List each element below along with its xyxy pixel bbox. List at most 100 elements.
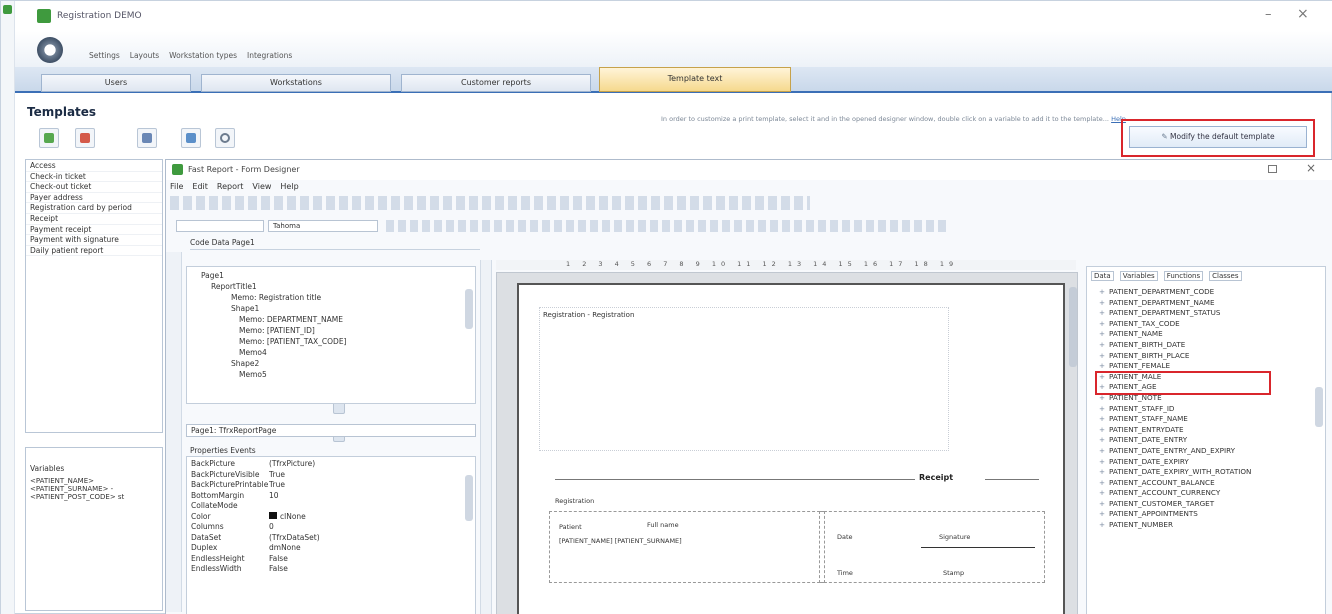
settings-gear-icon[interactable] <box>37 37 63 63</box>
copy-template-button[interactable] <box>137 128 157 148</box>
tree-item[interactable]: Page1 <box>191 270 471 281</box>
ribbon-item-workstation-types[interactable]: Workstation types <box>169 51 237 60</box>
list-item[interactable]: Receipt <box>26 214 162 225</box>
field-item[interactable]: PATIENT_ENTRYDATE <box>1097 425 1309 436</box>
variable-item[interactable]: <PATIENT_POST_CODE> st <box>26 493 162 501</box>
designer-close-button[interactable]: × <box>1306 161 1316 175</box>
tab-workstations[interactable]: Workstations <box>201 74 391 92</box>
tab-template-text[interactable]: Template text <box>599 67 791 92</box>
field-item[interactable]: PATIENT_DATE_ENTRY_AND_EXPIRY <box>1097 446 1309 457</box>
field-item[interactable]: PATIENT_DATE_EXPIRY <box>1097 457 1309 468</box>
list-item[interactable]: Access <box>26 161 162 172</box>
right-value-stamp[interactable]: Stamp <box>943 569 964 577</box>
menu-file[interactable]: File <box>170 182 183 191</box>
field-item[interactable]: PATIENT_TAX_CODE <box>1097 319 1309 330</box>
ribbon-item-integrations[interactable]: Integrations <box>247 51 292 60</box>
report-page[interactable]: Registration - Registration Receipt Regi… <box>517 283 1065 614</box>
tree-item[interactable]: Memo: [PATIENT_ID] <box>191 325 471 336</box>
data-tree-scrollbar[interactable] <box>1315 387 1323 427</box>
field-item[interactable]: PATIENT_DEPARTMENT_STATUS <box>1097 308 1309 319</box>
receipt-label[interactable]: Receipt <box>919 473 953 482</box>
ribbon-item-settings[interactable]: Settings <box>89 51 120 60</box>
field-patient-value[interactable]: Full name <box>647 521 679 529</box>
property-row[interactable]: EndlessHeight False <box>191 554 471 565</box>
tree-item[interactable]: Memo: Registration title <box>191 292 471 303</box>
property-row[interactable]: BackPicturePrintable True <box>191 480 471 491</box>
modify-default-template-button[interactable]: ✎ Modify the default template <box>1129 126 1307 148</box>
field-patient-name[interactable]: [PATIENT_NAME] [PATIENT_SURNAME] <box>559 537 682 545</box>
property-row[interactable]: Columns 0 <box>191 522 471 533</box>
field-item[interactable]: PATIENT_CUSTOMER_TARGET <box>1097 499 1309 510</box>
property-row[interactable]: BackPicture (TfrxPicture) <box>191 459 471 470</box>
ribbon-item-layouts[interactable]: Layouts <box>130 51 159 60</box>
edit-template-button[interactable] <box>181 128 201 148</box>
tree-item[interactable]: Shape2 <box>191 358 471 369</box>
property-row[interactable]: EndlessWidth False <box>191 564 471 575</box>
field-item[interactable]: PATIENT_NAME <box>1097 329 1309 340</box>
menu-help[interactable]: Help <box>280 182 298 191</box>
refresh-button[interactable] <box>215 128 235 148</box>
right-label-time[interactable]: Time <box>837 569 853 577</box>
field-item[interactable]: PATIENT_STAFF_ID <box>1097 404 1309 415</box>
tab-classes[interactable]: Classes <box>1209 271 1242 281</box>
tree-scrollbar[interactable] <box>465 289 473 329</box>
field-patient-label[interactable]: Patient <box>559 523 582 531</box>
property-row[interactable]: CollateMode <box>191 501 471 512</box>
property-row[interactable]: DataSet (TfrxDataSet) <box>191 533 471 544</box>
field-item[interactable]: PATIENT_NUMBER <box>1097 520 1309 531</box>
list-item[interactable]: Payer address <box>26 193 162 204</box>
list-item[interactable]: Check-in ticket <box>26 172 162 183</box>
list-item[interactable]: Check-out ticket <box>26 182 162 193</box>
list-item[interactable]: Daily patient report <box>26 246 162 257</box>
right-value-signature[interactable]: Signature <box>939 533 970 541</box>
field-item[interactable]: PATIENT_DATE_EXPIRY_WITH_ROTATION <box>1097 467 1309 478</box>
tab-functions[interactable]: Functions <box>1163 271 1204 281</box>
field-item[interactable]: PATIENT_DEPARTMENT_NAME <box>1097 298 1309 309</box>
field-item[interactable]: PATIENT_ACCOUNT_CURRENCY <box>1097 488 1309 499</box>
tree-item[interactable]: Shape1 <box>191 303 471 314</box>
properties-tabs[interactable]: Properties Events <box>190 446 310 455</box>
field-item[interactable]: PATIENT_APPOINTMENTS <box>1097 509 1309 520</box>
variable-item[interactable]: <PATIENT_SURNAME> - <box>26 485 162 493</box>
menu-edit[interactable]: Edit <box>192 182 208 191</box>
menu-view[interactable]: View <box>252 182 271 191</box>
field-item[interactable]: PATIENT_DEPARTMENT_CODE <box>1097 287 1309 298</box>
tab-customer-reports[interactable]: Customer reports <box>401 74 591 92</box>
canvas-vertical-scrollbar[interactable] <box>1069 287 1077 367</box>
object-selector[interactable]: Page1: TfrxReportPage <box>186 424 476 437</box>
tab-data[interactable]: Data <box>1091 271 1114 281</box>
property-row[interactable]: BottomMargin 10 <box>191 491 471 502</box>
designer-maximize-button[interactable] <box>1268 165 1277 173</box>
menu-report[interactable]: Report <box>217 182 244 191</box>
field-item[interactable]: PATIENT_BIRTH_DATE <box>1097 340 1309 351</box>
format-buttons[interactable] <box>386 220 946 232</box>
code-tabs[interactable]: Code Data Page1 <box>190 238 480 250</box>
close-button[interactable]: × <box>1297 6 1309 22</box>
tab-users[interactable]: Users <box>41 74 191 92</box>
field-item[interactable]: PATIENT_BIRTH_PLACE <box>1097 351 1309 362</box>
style-combo[interactable] <box>176 220 264 232</box>
add-template-button[interactable] <box>39 128 59 148</box>
property-row[interactable]: Color clNone <box>191 511 471 523</box>
registration-sublabel[interactable]: Registration <box>555 497 594 505</box>
properties-scrollbar[interactable] <box>465 475 473 521</box>
font-combo[interactable]: Tahoma <box>268 220 378 232</box>
list-item[interactable]: Registration card by period <box>26 203 162 214</box>
list-item[interactable]: Payment receipt <box>26 225 162 236</box>
tree-item[interactable]: ReportTitle1 <box>191 281 471 292</box>
tree-item[interactable]: Memo: [PATIENT_TAX_CODE] <box>191 336 471 347</box>
list-item[interactable]: Payment with signature <box>26 235 162 246</box>
delete-template-button[interactable] <box>75 128 95 148</box>
field-item[interactable]: PATIENT_STAFF_NAME <box>1097 414 1309 425</box>
field-item[interactable]: PATIENT_DATE_ENTRY <box>1097 435 1309 446</box>
property-row[interactable]: Duplex dmNone <box>191 543 471 554</box>
field-item[interactable]: PATIENT_ACCOUNT_BALANCE <box>1097 478 1309 489</box>
property-row[interactable]: BackPictureVisible True <box>191 470 471 481</box>
pin-icon[interactable] <box>3 5 12 14</box>
tree-item[interactable]: Memo4 <box>191 347 471 358</box>
variable-item[interactable]: <PATIENT_NAME> <box>26 477 162 485</box>
minimize-button[interactable]: – <box>1265 7 1272 22</box>
tab-variables[interactable]: Variables <box>1119 271 1158 281</box>
right-label-date[interactable]: Date <box>837 533 853 541</box>
tree-item[interactable]: Memo: DEPARTMENT_NAME <box>191 314 471 325</box>
